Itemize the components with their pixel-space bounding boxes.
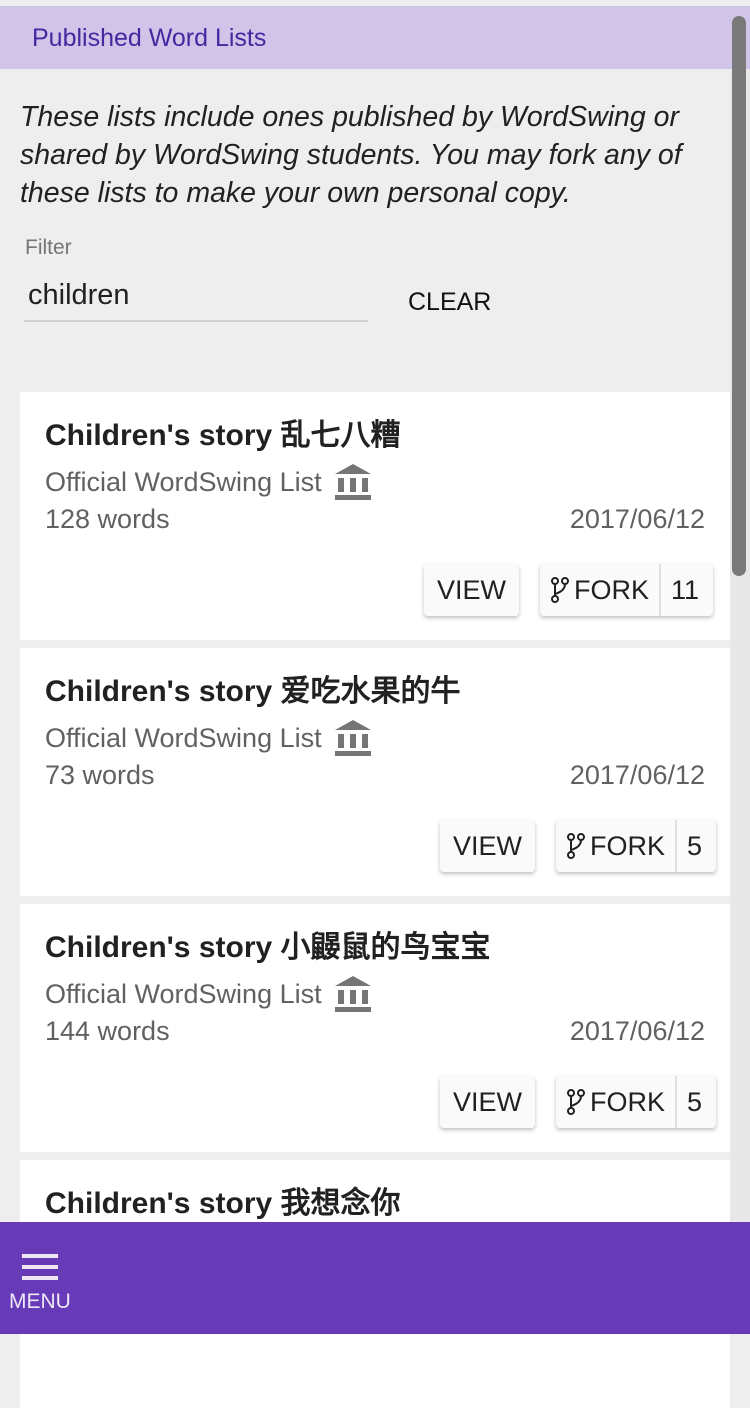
source-label: Official WordSwing List xyxy=(45,466,322,497)
list-card: Children's story 小鼹鼠的鸟宝宝 Official WordSw… xyxy=(20,904,730,1152)
fork-button[interactable]: FORK 11 xyxy=(540,564,714,616)
fork-count: 5 xyxy=(675,820,716,872)
view-button[interactable]: VIEW xyxy=(440,1076,536,1128)
fork-label: FORK xyxy=(590,830,666,861)
bank-icon xyxy=(334,464,371,500)
clear-button[interactable]: CLEAR xyxy=(394,282,505,323)
bottom-bar: MENU xyxy=(0,1222,750,1334)
list-date: 2017/06/12 xyxy=(569,1016,705,1046)
fork-icon xyxy=(567,1089,585,1115)
list-source: Official WordSwing List xyxy=(45,718,372,758)
menu-label: MENU xyxy=(9,1290,71,1313)
list-date: 2017/06/12 xyxy=(569,760,705,790)
source-label: Official WordSwing List xyxy=(45,978,322,1009)
fork-button[interactable]: FORK 5 xyxy=(556,1076,717,1128)
list-card: Children's story 乱七八糟 Official WordSwing… xyxy=(20,392,730,640)
list-date: 2017/06/12 xyxy=(569,504,705,534)
fork-count: 5 xyxy=(675,1076,716,1128)
filter-label: Filter xyxy=(25,236,72,259)
list-title: Children's story 乱七八糟 xyxy=(45,419,401,452)
page-header: Published Word Lists xyxy=(0,6,750,69)
list-source: Official WordSwing List xyxy=(45,462,372,502)
bank-icon xyxy=(334,976,371,1012)
view-button[interactable]: VIEW xyxy=(440,820,536,872)
fork-label: FORK xyxy=(590,1086,666,1117)
fork-label: FORK xyxy=(574,574,650,605)
scrollbar[interactable] xyxy=(732,16,746,576)
list-card: Children's story 爱吃水果的牛 Official WordSwi… xyxy=(20,648,730,896)
word-count: 144 words xyxy=(45,1016,170,1046)
list-title: Children's story 我想念你 xyxy=(45,1187,401,1220)
menu-button[interactable]: MENU xyxy=(8,1250,74,1314)
fork-button[interactable]: FORK 5 xyxy=(556,820,717,872)
list-title: Children's story 爱吃水果的牛 xyxy=(45,675,461,708)
intro-text: These lists include ones published by Wo… xyxy=(20,101,682,209)
source-label: Official WordSwing List xyxy=(45,722,322,753)
word-count: 73 words xyxy=(45,760,155,790)
bank-icon xyxy=(334,720,371,756)
page-title: Published Word Lists xyxy=(32,24,267,52)
fork-count: 11 xyxy=(659,564,713,616)
hamburger-icon xyxy=(22,1254,58,1280)
view-button[interactable]: VIEW xyxy=(424,564,520,616)
filter-input[interactable] xyxy=(24,270,368,322)
list-source: Official WordSwing List xyxy=(45,974,372,1014)
word-count: 128 words xyxy=(45,504,170,534)
fork-icon xyxy=(551,577,569,603)
list-title: Children's story 小鼹鼠的鸟宝宝 xyxy=(45,931,491,964)
fork-icon xyxy=(567,833,585,859)
